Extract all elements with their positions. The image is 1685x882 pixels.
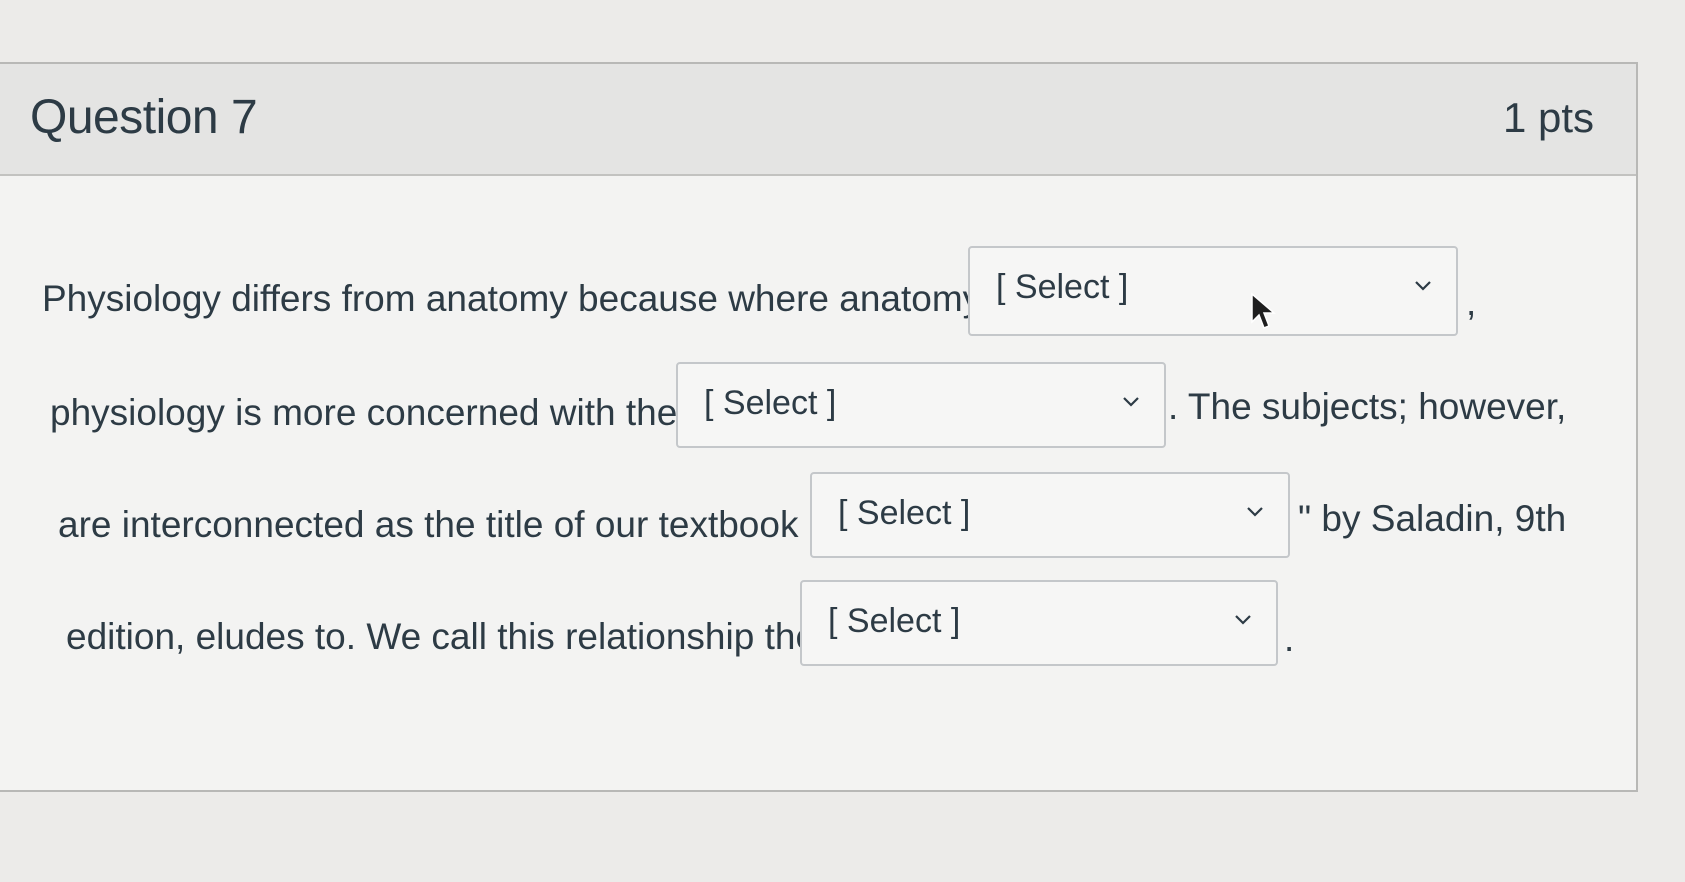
question-header: Question 7 1 pts	[0, 64, 1636, 176]
mouse-pointer-icon	[1251, 292, 1276, 329]
question-text-line-1-end: ,	[1466, 282, 1477, 323]
question-text-line-2: physiology is more concerned with the	[50, 392, 678, 433]
answer-dropdown-1[interactable]: [ Select ]	[968, 246, 1458, 336]
dropdown-2-value: [ Select ]	[704, 384, 837, 422]
dropdown-3-value: [ Select ]	[838, 494, 971, 532]
question-title: Question 7	[30, 91, 258, 144]
dropdown-1-value: [ Select ]	[996, 268, 1129, 306]
question-text-line-3-end: " by Saladin, 9th	[1298, 498, 1567, 539]
answer-dropdown-2[interactable]: [ Select ]	[676, 362, 1166, 448]
chevron-down-icon	[1415, 281, 1431, 291]
question-text-line-1: Physiology differs from anatomy because …	[42, 278, 982, 319]
dropdown-4-value: [ Select ]	[828, 602, 961, 640]
chevron-down-icon	[1247, 507, 1263, 517]
question-text-line-4: edition, eludes to. We call this relatio…	[66, 616, 817, 657]
question-text-line-2-end: . The subjects; however,	[1168, 386, 1567, 427]
question-points: 1 pts	[1502, 94, 1594, 141]
chevron-down-icon	[1235, 615, 1251, 625]
question-text-line-4-end: .	[1284, 618, 1295, 659]
chevron-down-icon	[1123, 397, 1139, 407]
answer-dropdown-4[interactable]: [ Select ]	[800, 580, 1278, 666]
answer-dropdown-3[interactable]: [ Select ]	[810, 472, 1290, 558]
question-text-line-3: are interconnected as the title of our t…	[58, 504, 822, 545]
